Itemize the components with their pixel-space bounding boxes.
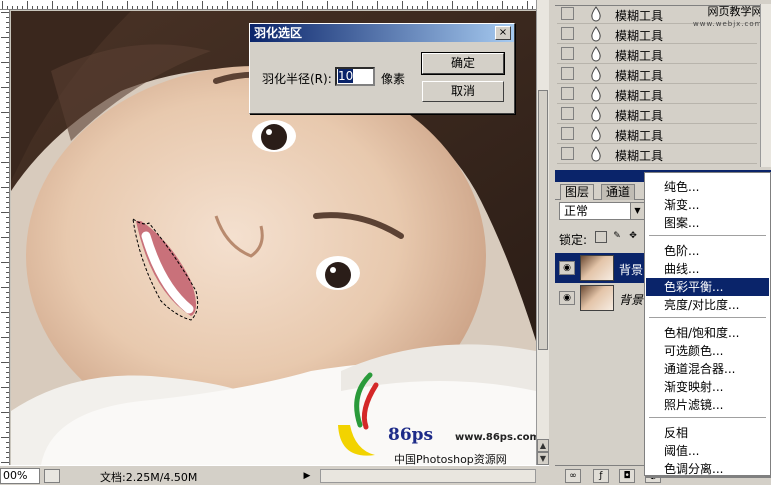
menu-item[interactable]: 色彩平衡... <box>646 278 769 296</box>
history-checkbox[interactable] <box>561 47 574 60</box>
blur-tool-icon <box>591 126 601 142</box>
ok-button[interactable]: 确定 <box>421 52 505 75</box>
blur-tool-icon <box>591 46 601 62</box>
lock-label: 锁定: <box>559 233 588 247</box>
close-button[interactable]: × <box>495 26 511 40</box>
document-info: 文档:2.25M/4.50M <box>100 471 198 484</box>
history-item[interactable]: 模糊工具 <box>557 104 757 124</box>
mask-icon[interactable]: ◘ <box>619 469 635 483</box>
menu-separator <box>649 235 766 236</box>
cancel-button[interactable]: 取消 <box>422 81 504 102</box>
menu-item[interactable]: 渐变映射... <box>646 378 769 396</box>
lock-transparency-icon[interactable] <box>595 231 607 243</box>
history-item[interactable]: 模糊工具 <box>557 84 757 104</box>
history-item-label: 模糊工具 <box>615 129 664 143</box>
menu-item[interactable]: 曲线... <box>646 260 769 278</box>
history-item[interactable]: 模糊工具 <box>557 44 757 64</box>
horizontal-scrollbar[interactable] <box>320 469 536 483</box>
blend-mode-select[interactable]: 正常 ▼ <box>559 202 645 220</box>
history-item-label: 模糊工具 <box>615 149 664 163</box>
history-checkbox[interactable] <box>561 7 574 20</box>
site-name: 网页教学网 <box>707 5 763 18</box>
unit-label: 像素 <box>381 72 406 86</box>
tab-channels[interactable]: 通道 <box>601 184 636 200</box>
menu-separator <box>649 317 766 318</box>
menu-item[interactable]: 色相/饱和度... <box>646 324 769 342</box>
menu-item[interactable]: 图案... <box>646 214 769 232</box>
layer-thumbnail <box>580 255 614 281</box>
history-item-label: 模糊工具 <box>615 29 664 43</box>
logo-url: www.86ps.com <box>455 432 540 443</box>
site-watermark: 网页教学网 www.webjx.com <box>693 6 763 30</box>
menu-item[interactable]: 阈值... <box>646 442 769 460</box>
menu-item[interactable]: 可选颜色... <box>646 342 769 360</box>
adjustment-layer-menu: 纯色... 渐变... 图案... 色阶... 曲线... 色彩平衡... 亮度/对比度..… <box>644 172 771 476</box>
menu-item[interactable]: 亮度/对比度... <box>646 296 769 314</box>
feather-radius-input[interactable]: 10 <box>335 67 375 86</box>
history-item-label: 模糊工具 <box>615 89 664 103</box>
history-checkbox[interactable] <box>561 87 574 100</box>
menu-item[interactable]: 色调分离... <box>646 460 769 478</box>
site-logo <box>330 365 530 465</box>
blur-tool-icon <box>591 6 601 22</box>
history-item-label: 模糊工具 <box>615 49 664 63</box>
menu-item[interactable]: 通道混合器... <box>646 360 769 378</box>
blur-tool-icon <box>591 66 601 82</box>
blur-tool-icon <box>591 146 601 162</box>
link-icon[interactable]: ∞ <box>565 469 581 483</box>
lock-paint-icon[interactable]: ✎ <box>611 231 623 243</box>
lock-move-icon[interactable]: ✥ <box>627 231 639 243</box>
tab-layers[interactable]: 图层 <box>560 184 595 200</box>
menu-separator <box>649 417 766 418</box>
blur-tool-icon <box>591 26 601 42</box>
history-checkbox[interactable] <box>561 67 574 80</box>
scroll-thumb[interactable] <box>538 90 548 350</box>
zoom-field[interactable]: 00% <box>0 468 40 484</box>
feather-selection-dialog: 羽化选区 × 羽化半径(R): 10 像素 确定 取消 <box>249 23 515 114</box>
history-checkbox[interactable] <box>561 27 574 40</box>
blend-mode-value: 正常 <box>564 204 589 218</box>
menu-item[interactable]: 反相 <box>646 424 769 442</box>
scroll-down-button[interactable]: ▼ <box>537 452 549 465</box>
vertical-scrollbar[interactable]: ▲ ▼ <box>536 0 549 465</box>
layer-name: 背景 <box>619 263 644 277</box>
blur-tool-icon <box>591 106 601 122</box>
eye-icon[interactable]: ◉ <box>559 261 575 275</box>
eye-icon[interactable]: ◉ <box>559 291 575 305</box>
status-icon[interactable] <box>44 469 60 483</box>
blur-tool-icon <box>591 86 601 102</box>
history-checkbox[interactable] <box>561 127 574 140</box>
menu-item[interactable]: 色阶... <box>646 242 769 260</box>
menu-item[interactable]: 照片滤镜... <box>646 396 769 414</box>
site-url: www.webjx.com <box>693 20 763 28</box>
layer-name: 背景 <box>619 293 644 307</box>
status-menu-arrow-icon[interactable]: ▶ <box>300 469 314 483</box>
history-item-label: 模糊工具 <box>615 109 664 123</box>
history-item-label: 模糊工具 <box>615 9 664 23</box>
status-bar: 00% 文档:2.25M/4.50M ▶ <box>0 465 549 485</box>
menu-item[interactable]: 纯色... <box>646 178 769 196</box>
menu-item[interactable]: 渐变... <box>646 196 769 214</box>
feather-radius-value: 10 <box>338 69 354 83</box>
history-item[interactable]: 模糊工具 <box>557 124 757 144</box>
history-checkbox[interactable] <box>561 147 574 160</box>
history-item-label: 模糊工具 <box>615 69 664 83</box>
logo-text: 86ps <box>388 425 434 445</box>
history-item[interactable]: 模糊工具 <box>557 144 757 164</box>
vertical-ruler <box>0 10 10 465</box>
horizontal-ruler <box>0 0 536 10</box>
feather-radius-label: 羽化半径(R): <box>262 72 332 86</box>
history-checkbox[interactable] <box>561 107 574 120</box>
chevron-down-icon: ▼ <box>630 203 644 219</box>
history-item[interactable]: 模糊工具 <box>557 64 757 84</box>
layer-thumbnail <box>580 285 614 311</box>
dialog-title: 羽化选区 <box>250 24 514 42</box>
scroll-up-button[interactable]: ▲ <box>537 439 549 452</box>
layer-style-icon[interactable]: ƒ <box>593 469 609 483</box>
history-scrollbar[interactable] <box>760 4 771 167</box>
